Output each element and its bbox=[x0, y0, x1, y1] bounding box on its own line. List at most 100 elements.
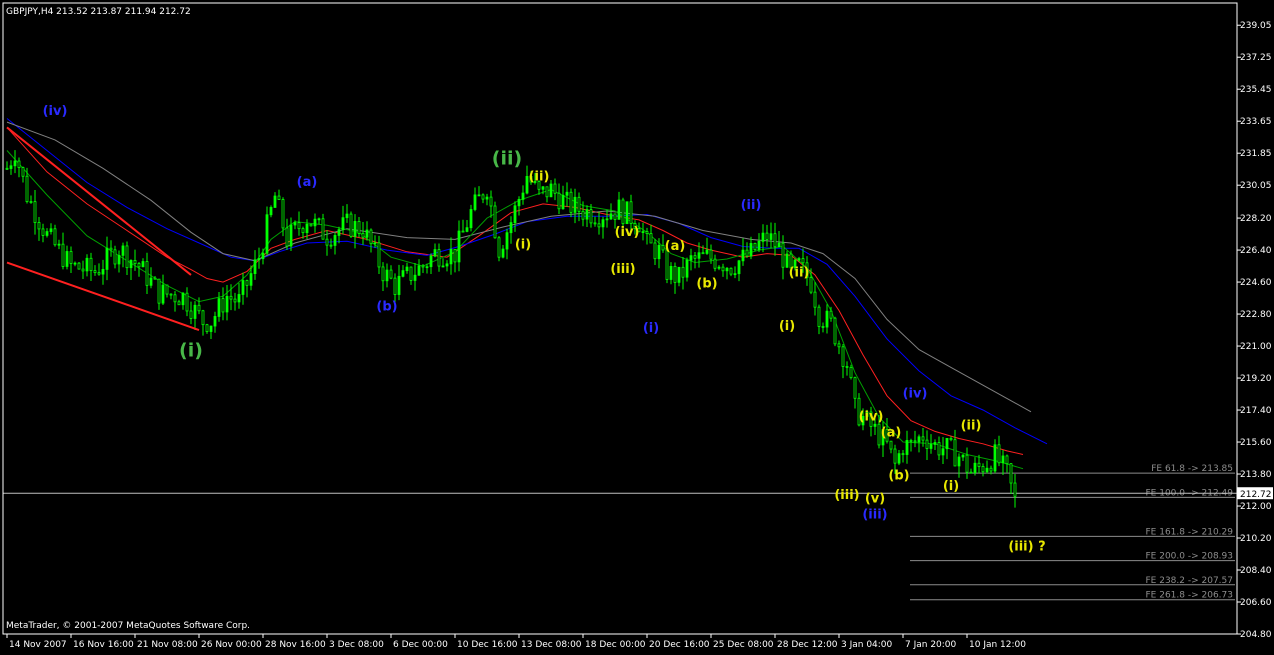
candle-body bbox=[461, 230, 465, 233]
candle-body bbox=[889, 440, 893, 450]
candle-body bbox=[489, 196, 493, 207]
candle-body bbox=[285, 227, 289, 247]
candle-body bbox=[429, 255, 433, 268]
wave-label: (b) bbox=[376, 300, 397, 315]
candle-body bbox=[981, 466, 985, 473]
candle-body bbox=[361, 233, 365, 238]
candle-body bbox=[205, 324, 209, 332]
candle-body bbox=[293, 222, 297, 226]
candle-body bbox=[225, 295, 229, 313]
y-tick-label: 212.00 bbox=[1240, 502, 1272, 512]
candle-body bbox=[217, 298, 221, 317]
candle-body bbox=[553, 183, 557, 194]
candle-body bbox=[233, 298, 237, 303]
candle-body bbox=[941, 448, 945, 456]
candle-body bbox=[625, 201, 629, 225]
y-tick-label: 235.45 bbox=[1240, 85, 1272, 95]
candle-body bbox=[749, 243, 753, 257]
candle-body bbox=[685, 259, 689, 278]
candle-body bbox=[581, 210, 585, 220]
candle-body bbox=[893, 448, 897, 464]
candle-body bbox=[21, 167, 25, 177]
candle-body bbox=[809, 277, 813, 293]
candle-body bbox=[329, 244, 333, 247]
candle-body bbox=[753, 243, 757, 251]
candle-body bbox=[421, 265, 425, 268]
candle-body bbox=[125, 245, 129, 269]
candle-body bbox=[201, 310, 205, 326]
fib-level-label: FE 61.8 -> 213.85 bbox=[1151, 464, 1233, 474]
candle-body bbox=[961, 454, 965, 458]
candle-body bbox=[237, 294, 241, 303]
candle-body bbox=[93, 270, 97, 274]
candle-body bbox=[241, 280, 245, 295]
x-tick-label: 18 Dec 00:00 bbox=[585, 640, 646, 650]
candle-body bbox=[409, 266, 413, 281]
wave-label: (ii) bbox=[492, 148, 522, 170]
wave-label: (iv) bbox=[903, 387, 928, 402]
x-tick-label: 14 Nov 2007 bbox=[9, 640, 67, 650]
candle-body bbox=[997, 444, 1001, 464]
copyright-text: MetaTrader, © 2001-2007 MetaQuotes Softw… bbox=[6, 621, 250, 631]
candle-body bbox=[609, 213, 613, 220]
candle-body bbox=[513, 205, 517, 224]
candle-body bbox=[493, 205, 497, 239]
candle-body bbox=[417, 265, 421, 276]
candle-body bbox=[717, 266, 721, 269]
candle-body bbox=[937, 442, 941, 456]
trendlines[interactable] bbox=[6, 126, 200, 331]
y-tick-label: 224.60 bbox=[1240, 278, 1272, 288]
candle-body bbox=[245, 280, 249, 286]
chart-title: GBPJPY,H4 213.52 213.87 211.94 212.72 bbox=[6, 7, 191, 17]
candle-body bbox=[449, 248, 453, 265]
candle-body bbox=[657, 245, 661, 260]
candle-body bbox=[53, 228, 57, 246]
candle-body bbox=[405, 266, 409, 272]
y-tick-label: 237.25 bbox=[1240, 53, 1272, 63]
x-tick-label: 25 Dec 08:00 bbox=[713, 640, 774, 650]
x-tick-label: 26 Nov 00:00 bbox=[201, 640, 262, 650]
candle-body bbox=[989, 467, 993, 472]
candle-body bbox=[837, 343, 841, 348]
candle-body bbox=[69, 251, 73, 264]
wave-label: (iii) ? bbox=[1008, 539, 1045, 554]
candle-body bbox=[213, 316, 217, 327]
candle-body bbox=[497, 237, 501, 258]
candle-body bbox=[517, 198, 521, 207]
candle-body bbox=[349, 213, 353, 237]
x-tick-label: 10 Jan 12:00 bbox=[969, 640, 1026, 650]
wave-label: (b) bbox=[696, 276, 717, 291]
candle-body bbox=[305, 223, 309, 234]
candle-body bbox=[321, 218, 325, 240]
candle-body bbox=[773, 233, 777, 248]
y-tick-label: 222.80 bbox=[1240, 310, 1272, 320]
candle-body bbox=[177, 301, 181, 306]
candle-body bbox=[297, 222, 301, 230]
candle-body bbox=[453, 248, 457, 263]
candle-body bbox=[109, 247, 113, 251]
candle-body bbox=[481, 194, 485, 200]
candle-body bbox=[653, 242, 657, 260]
candle-body bbox=[89, 257, 93, 272]
wave-label: (i) bbox=[643, 321, 659, 336]
candle-body bbox=[777, 242, 781, 248]
candle-body bbox=[521, 192, 525, 200]
y-tick-label: 230.05 bbox=[1240, 181, 1272, 191]
x-tick-label: 10 Dec 16:00 bbox=[457, 640, 518, 650]
candle-body bbox=[909, 439, 913, 442]
candle-body bbox=[501, 248, 505, 258]
candle-body bbox=[833, 317, 837, 345]
candle-body bbox=[313, 218, 317, 227]
candle-body bbox=[925, 439, 929, 449]
price-chart[interactable]: FE 61.8 -> 213.85FE 100.0 -> 212.49FE 16… bbox=[0, 0, 1274, 651]
candle-body bbox=[901, 453, 905, 456]
candle-body bbox=[917, 436, 921, 443]
candle-body bbox=[209, 325, 213, 332]
candle-body bbox=[665, 249, 669, 280]
candle-body bbox=[973, 462, 977, 473]
x-tick-label: 7 Jan 20:00 bbox=[905, 640, 957, 650]
candle-body bbox=[817, 306, 821, 327]
candle-body bbox=[821, 326, 825, 328]
axes: 239.05 237.25 235.45 233.65 231.85 230.05 228.… bbox=[2, 2, 1272, 650]
candle-body bbox=[601, 219, 605, 228]
